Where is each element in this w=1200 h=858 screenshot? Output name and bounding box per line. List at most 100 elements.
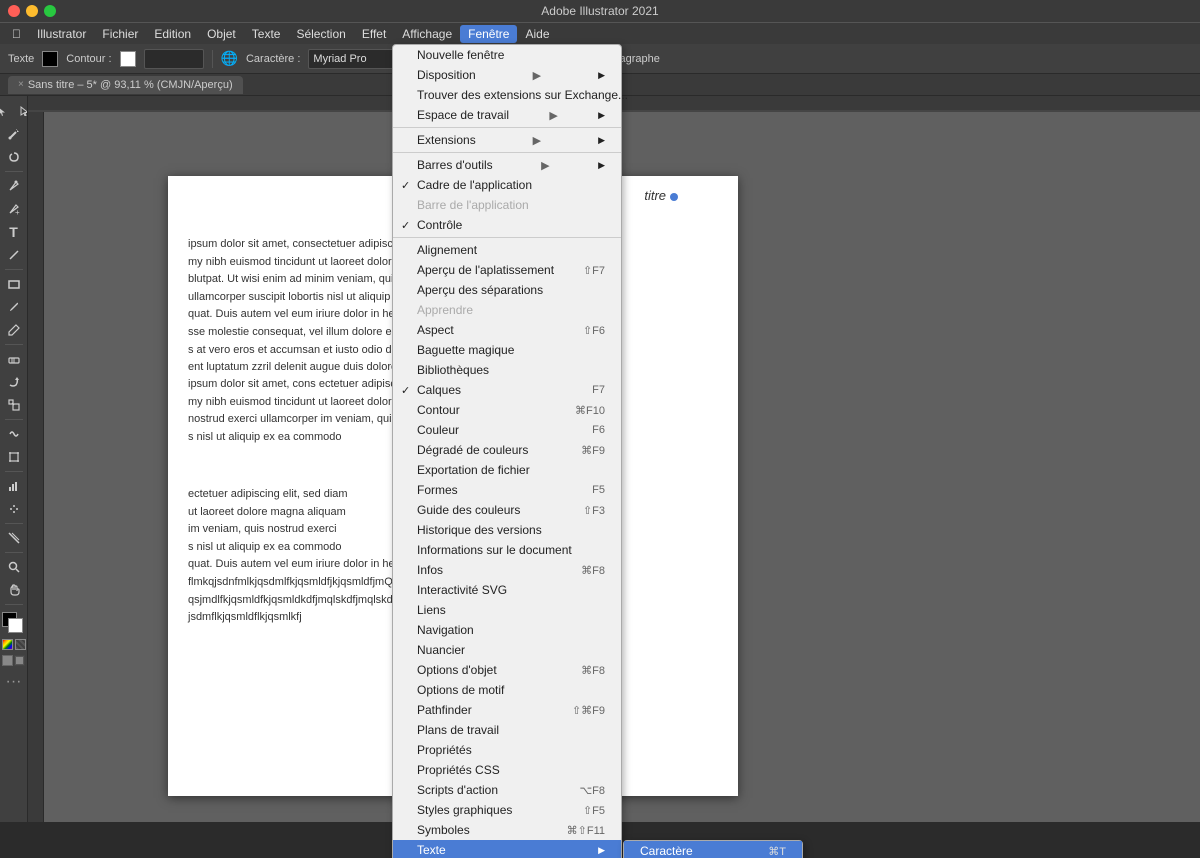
- stroke-color-swatch[interactable]: [120, 51, 136, 67]
- menu-texte[interactable]: Texte: [244, 25, 289, 43]
- maximize-button[interactable]: [44, 5, 56, 17]
- minimize-button[interactable]: [26, 5, 38, 17]
- fenetre-extensions-exchange[interactable]: Trouver des extensions sur Exchange...: [393, 85, 621, 105]
- texte-label: Texte: [8, 53, 34, 65]
- fenetre-scripts-action[interactable]: Scripts d'action ⌥F8: [393, 780, 621, 800]
- lasso-tool-button[interactable]: [3, 146, 25, 168]
- fenetre-proprietes[interactable]: Propriétés: [393, 740, 621, 760]
- menu-selection[interactable]: Sélection: [288, 25, 353, 43]
- fenetre-disposition[interactable]: Disposition ▶: [393, 65, 621, 85]
- rectangle-tool-button[interactable]: [3, 273, 25, 295]
- direct-selection-tool-button[interactable]: [14, 100, 28, 122]
- background-color[interactable]: [8, 618, 23, 633]
- fenetre-navigation[interactable]: Navigation: [393, 620, 621, 640]
- tool-sep-7: [5, 552, 23, 553]
- fenetre-exportation-fichier[interactable]: Exportation de fichier: [393, 460, 621, 480]
- scale-tool-button[interactable]: [3, 394, 25, 416]
- fenetre-nuancier[interactable]: Nuancier: [393, 640, 621, 660]
- close-button[interactable]: [8, 5, 20, 17]
- contour-label: Contour :: [66, 53, 111, 65]
- menu-fichier[interactable]: Fichier: [94, 25, 146, 43]
- fenetre-infos[interactable]: Infos ⌘F8: [393, 560, 621, 580]
- fenetre-plans-travail[interactable]: Plans de travail: [393, 720, 621, 740]
- tool-sep-2: [5, 269, 23, 270]
- fenetre-pathfinder[interactable]: Pathfinder ⇧⌘F9: [393, 700, 621, 720]
- slice-tool-button[interactable]: [3, 527, 25, 549]
- window-title: Adobe Illustrator 2021: [541, 4, 658, 18]
- menu-objet[interactable]: Objet: [199, 25, 244, 43]
- window-controls: [8, 5, 56, 17]
- fenetre-calques[interactable]: Calques F7: [393, 380, 621, 400]
- paintbrush-tool-button[interactable]: [3, 296, 25, 318]
- fenetre-symboles[interactable]: Symboles ⌘⇧F11: [393, 820, 621, 840]
- type-tool-button[interactable]: T: [3, 221, 25, 243]
- line-tool-button[interactable]: [3, 244, 25, 266]
- symbol-sprayer-button[interactable]: [3, 498, 25, 520]
- fenetre-degrade-couleurs[interactable]: Dégradé de couleurs ⌘F9: [393, 440, 621, 460]
- menu-aide[interactable]: Aide: [517, 25, 557, 43]
- fenetre-alignement[interactable]: Alignement: [393, 240, 621, 260]
- fenetre-espace-travail[interactable]: Espace de travail ▶: [393, 105, 621, 125]
- menu-illustrator[interactable]: Illustrator: [29, 25, 94, 43]
- fenetre-aspect[interactable]: Aspect ⇧F6: [393, 320, 621, 340]
- selection-tool-button[interactable]: [0, 100, 13, 122]
- fenetre-bibliotheques[interactable]: Bibliothèques: [393, 360, 621, 380]
- tab-close-button[interactable]: ×: [18, 79, 24, 90]
- menu-effet[interactable]: Effet: [354, 25, 394, 43]
- vertical-ruler: [28, 112, 44, 822]
- svg-text:+: +: [15, 208, 20, 215]
- magic-wand-button[interactable]: [3, 123, 25, 145]
- fenetre-baguette-magique[interactable]: Baguette magique: [393, 340, 621, 360]
- fenetre-options-objet[interactable]: Options d'objet ⌘F8: [393, 660, 621, 680]
- eraser-tool-button[interactable]: [3, 348, 25, 370]
- chart-tool-button[interactable]: [3, 475, 25, 497]
- fenetre-proprietes-css[interactable]: Propriétés CSS: [393, 760, 621, 780]
- menu-fenetre[interactable]: Fenêtre: [460, 25, 517, 43]
- fenetre-extensions[interactable]: Extensions ▶: [393, 130, 621, 150]
- fill-color-swatch[interactable]: [42, 51, 58, 67]
- fenetre-cadre-application[interactable]: Cadre de l'application: [393, 175, 621, 195]
- menu-edition[interactable]: Edition: [146, 25, 199, 43]
- screen-mode-1[interactable]: [2, 655, 13, 666]
- pencil-tool-button[interactable]: [3, 319, 25, 341]
- more-tools-button[interactable]: ···: [3, 671, 25, 693]
- sep-1: [393, 127, 621, 128]
- fenetre-nouvelle-fenetre[interactable]: Nouvelle fenêtre: [393, 45, 621, 65]
- zoom-tool-button[interactable]: [3, 556, 25, 578]
- extra-color-tools: [2, 639, 26, 650]
- tool-sep-5: [5, 471, 23, 472]
- fenetre-texte[interactable]: Texte Caractère ⌘T Glyphes OpenType ⌥⌘T …: [393, 840, 621, 858]
- fenetre-controle[interactable]: Contrôle: [393, 215, 621, 235]
- fenetre-historique-versions[interactable]: Historique des versions: [393, 520, 621, 540]
- pen-tool-button[interactable]: [3, 175, 25, 197]
- texte-caractere[interactable]: Caractère ⌘T: [624, 841, 802, 858]
- fenetre-options-motif[interactable]: Options de motif: [393, 680, 621, 700]
- fenetre-couleur[interactable]: Couleur F6: [393, 420, 621, 440]
- fenetre-apercu-aplatissement[interactable]: Aperçu de l'aplatissement ⇧F7: [393, 260, 621, 280]
- add-anchor-button[interactable]: +: [3, 198, 25, 220]
- stroke-width-input[interactable]: [144, 49, 204, 69]
- tool-sep-3: [5, 344, 23, 345]
- fenetre-barres-outils[interactable]: Barres d'outils ▶: [393, 155, 621, 175]
- fenetre-barre-application: Barre de l'application: [393, 195, 621, 215]
- screen-mode-2[interactable]: [14, 655, 25, 666]
- none-swatch[interactable]: [15, 639, 26, 650]
- rotate-tool-button[interactable]: [3, 371, 25, 393]
- warp-tool-button[interactable]: [3, 423, 25, 445]
- fenetre-formes[interactable]: Formes F5: [393, 480, 621, 500]
- fenetre-apercu-separations[interactable]: Aperçu des séparations: [393, 280, 621, 300]
- gradient-swatch[interactable]: [2, 639, 13, 650]
- fenetre-interactivite-svg[interactable]: Interactivité SVG: [393, 580, 621, 600]
- menu-affichage[interactable]: Affichage: [394, 25, 460, 43]
- fenetre-infos-document[interactable]: Informations sur le document: [393, 540, 621, 560]
- fenetre-contour[interactable]: Contour ⌘F10: [393, 400, 621, 420]
- caractere-label: Caractère :: [246, 53, 300, 65]
- document-tab[interactable]: × Sans titre – 5* @ 93,11 % (CMJN/Aperçu…: [8, 76, 243, 94]
- fenetre-guide-couleurs[interactable]: Guide des couleurs ⇧F3: [393, 500, 621, 520]
- hand-tool-button[interactable]: [3, 579, 25, 601]
- fenetre-liens[interactable]: Liens: [393, 600, 621, 620]
- fenetre-styles-graphiques[interactable]: Styles graphiques ⇧F5: [393, 800, 621, 820]
- menu-apple[interactable]: : [4, 25, 29, 43]
- free-transform-button[interactable]: [3, 446, 25, 468]
- sep-3: [393, 237, 621, 238]
